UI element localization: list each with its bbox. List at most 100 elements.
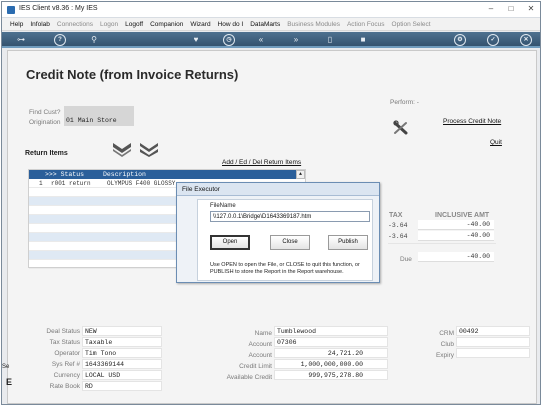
menu-item-wizard[interactable]: Wizard (190, 21, 210, 28)
row-description: OLYMPUS F400 GLOSSY (107, 180, 176, 187)
page-title: Credit Note (from Invoice Returns) (26, 67, 239, 82)
window-controls: – □ ✕ (485, 4, 537, 13)
menu-item-logoff[interactable]: Logoff (125, 21, 143, 28)
menu-item-infolab[interactable]: Infolab (30, 21, 50, 28)
minimize-icon[interactable]: – (485, 4, 497, 13)
close-icon[interactable]: ✕ (520, 34, 532, 46)
menu-item-datamarts[interactable]: DataMarts (250, 21, 280, 28)
window-title: IES Client v8.36 : My IES (19, 5, 98, 12)
filename-label: FileName (210, 203, 236, 209)
club-field (456, 337, 530, 347)
dialog-body: FileName \\127.0.0.1\Bridge\D1643369187.… (197, 199, 373, 281)
find-cust-label: Find Cust? (29, 109, 61, 116)
return-items-label: Return Items (25, 150, 68, 157)
tax-status-field: Taxable (82, 337, 162, 347)
help-icon[interactable]: ? (54, 34, 66, 46)
scroll-up-button[interactable]: ▲ (296, 170, 305, 179)
dialog-title: File Executor (177, 183, 379, 196)
title-bar: IES Client v8.36 : My IES – □ ✕ (2, 2, 540, 18)
file-executor-dialog: File Executor FileName \\127.0.0.1\Bridg… (176, 182, 380, 283)
publish-button[interactable]: Publish (328, 235, 368, 250)
add-edit-del-link[interactable]: Add / Ed / Del Return Items (222, 159, 301, 166)
available-credit-field: 999,975,278.80 (274, 370, 388, 380)
club-label: Club (440, 341, 454, 348)
rate-book-field: RD (82, 381, 162, 391)
menu-item-connections[interactable]: Connections (57, 21, 93, 28)
chevron-double-down-icon[interactable] (139, 141, 159, 157)
expiry-label: Expiry (435, 352, 454, 359)
stop-icon[interactable]: ▯ (324, 34, 336, 46)
toolbar: ⊶ ? ⚲ ♥ ◷ « » ▯ ■ ⚙ ✓ ✕ (2, 32, 540, 48)
perform-label: Perform: - (390, 99, 419, 106)
menu-item-how-do-i[interactable]: How do I (218, 21, 244, 28)
account-field: 07306 (274, 337, 388, 347)
due-label: Due (400, 256, 412, 263)
crm-label: CRM (439, 330, 454, 337)
dialog-instructions: Use OPEN to open the File, or CLOSE to q… (210, 262, 360, 275)
process-credit-note-link[interactable]: Process Credit Note (443, 118, 501, 125)
key-icon[interactable]: ⊶ (10, 34, 32, 46)
filename-input[interactable]: \\127.0.0.1\Bridge\D1643369187.htm (210, 211, 370, 222)
tax-header: TAX (389, 212, 403, 219)
deal-status-label: Deal Status (46, 328, 80, 335)
heart-icon[interactable]: ♥ (190, 34, 202, 46)
gear-icon[interactable]: ⚙ (454, 34, 466, 46)
sys-ref-label: Sys Ref # (51, 361, 80, 368)
menu-bar: Help Infolab Connections Logon Logoff Compani… (2, 18, 540, 31)
inclusive-amt-header: INCLUSIVE AMT (435, 212, 490, 219)
maximize-icon[interactable]: □ (505, 4, 517, 13)
menu-item-option-select[interactable]: Option Select (392, 21, 431, 28)
due-value: -40.00 (418, 252, 494, 262)
divider (388, 243, 496, 244)
open-button[interactable]: Open (210, 235, 250, 250)
rate-book-label: Rate Book (49, 383, 80, 390)
check-icon[interactable]: ✓ (487, 34, 499, 46)
inclusive-value-2: -40.00 (418, 231, 494, 241)
tax-status-label: Tax Status (49, 339, 80, 346)
rewind-icon[interactable]: « (255, 34, 267, 46)
crm-field: 00492 (456, 326, 530, 336)
chevron-down-icon[interactable] (112, 141, 132, 157)
expiry-field (456, 348, 530, 358)
square-icon[interactable]: ■ (357, 34, 369, 46)
app-window: IES Client v8.36 : My IES – □ ✕ Help Info… (1, 1, 541, 405)
account-balance-label: Account (248, 352, 273, 359)
operator-field: Tim Tono (82, 348, 162, 358)
clock-icon[interactable]: ◷ (223, 34, 235, 46)
deal-status-field: NEW (82, 326, 162, 336)
row-number: 1 (39, 180, 43, 187)
col-description: Description (103, 171, 146, 178)
close-window-icon[interactable]: ✕ (525, 4, 537, 13)
app-icon (7, 6, 15, 14)
currency-label: Currency (53, 372, 80, 379)
tools-icon[interactable] (392, 120, 410, 136)
name-field: Tumblewood (274, 326, 388, 336)
menu-item-help[interactable]: Help (10, 21, 23, 28)
available-credit-label: Available Credit (226, 374, 272, 381)
search-icon[interactable]: ⚲ (88, 34, 100, 46)
menu-item-logon[interactable]: Logon (100, 21, 118, 28)
origination-field[interactable]: 01 Main Store (64, 116, 134, 126)
sys-ref-field: 1643369144 (82, 359, 162, 369)
inclusive-value-1: -40.00 (418, 220, 494, 230)
currency-field: LOCAL USD (82, 370, 162, 380)
credit-limit-label: Credit Limit (239, 363, 272, 370)
close-button[interactable]: Close (270, 235, 310, 250)
name-label: Name (254, 330, 272, 337)
grid-header: >>> Status Description ▲ (29, 170, 305, 179)
origination-label: Origination (29, 119, 61, 126)
tax-value-2: -3.64 (388, 233, 408, 240)
side-fragment-top: Se (2, 364, 10, 370)
credit-limit-field: 1,000,000,000.00 (274, 359, 388, 369)
menu-item-business-modules[interactable]: Business Modules (287, 21, 340, 28)
operator-label: Operator (54, 350, 80, 357)
menu-item-action-focus[interactable]: Action Focus (347, 21, 385, 28)
menu-item-companion[interactable]: Companion (150, 21, 183, 28)
account-label: Account (248, 341, 273, 348)
side-fragment-bottom: E (6, 377, 13, 387)
col-status: >>> Status (45, 171, 85, 178)
quit-link[interactable]: Quit (490, 139, 502, 146)
tax-value-1: -3.64 (388, 222, 408, 229)
fast-forward-icon[interactable]: » (290, 34, 302, 46)
account-balance-field: 24,721.20 (274, 348, 388, 358)
